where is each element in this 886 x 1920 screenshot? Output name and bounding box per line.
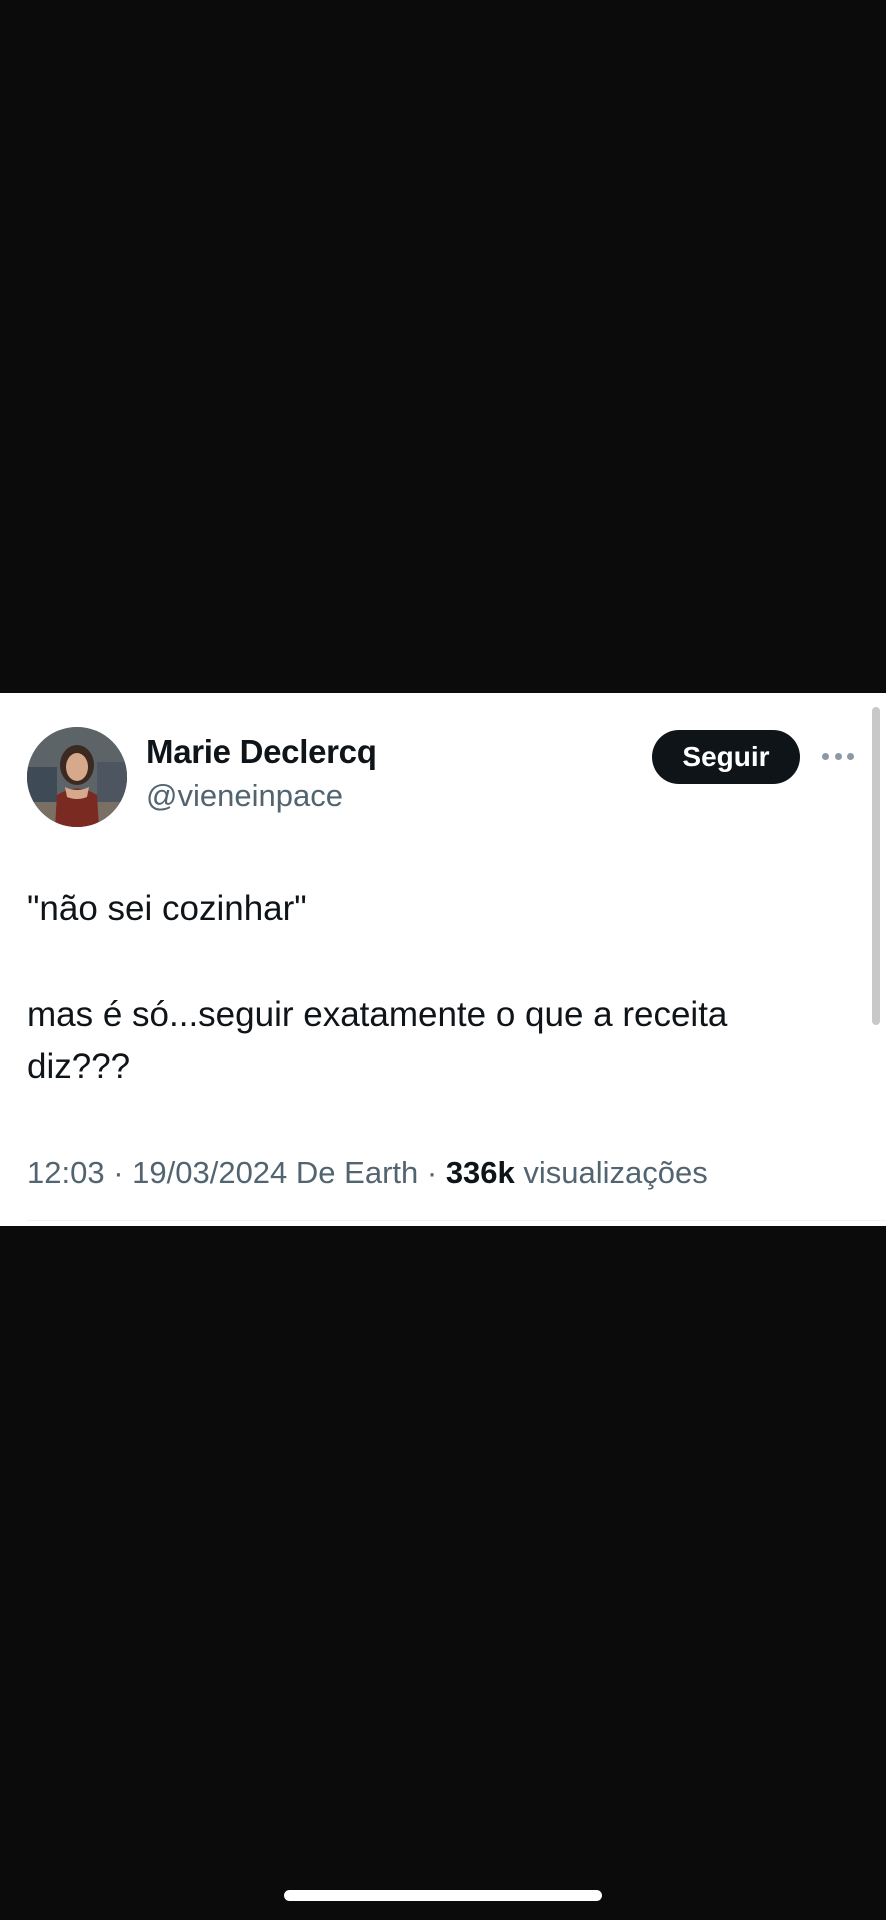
author-display-name[interactable]: Marie Declercq — [146, 733, 377, 771]
more-dot — [822, 752, 829, 760]
home-indicator[interactable] — [284, 1890, 602, 1901]
more-dot — [847, 752, 854, 760]
meta-separator: · — [418, 1155, 446, 1190]
views-count[interactable]: 336k — [446, 1155, 515, 1190]
views-label: visualizações — [514, 1155, 708, 1190]
more-dot — [834, 752, 842, 760]
meta-separator: · — [104, 1155, 133, 1190]
author-handle[interactable]: @vieneinpace — [146, 778, 343, 814]
profile-photo-icon — [27, 727, 127, 827]
screenshot-screen: Marie Declercq @vieneinpace Seguir "não … — [0, 0, 886, 1920]
tweet-source: De Earth — [287, 1155, 419, 1190]
tweet-text-line: "não sei cozinhar" — [27, 889, 307, 928]
scrollbar[interactable] — [872, 707, 880, 1025]
tweet-text-line: mas é só...seguir exatamente o que a rec… — [27, 995, 728, 1086]
tweet-date[interactable]: 19/03/2024 — [132, 1155, 287, 1190]
tweet-text: "não sei cozinhar" mas é só...seguir exa… — [27, 883, 827, 1093]
more-horizontal-icon[interactable] — [822, 744, 854, 768]
tweet-card: Marie Declercq @vieneinpace Seguir "não … — [0, 693, 886, 1226]
avatar[interactable] — [27, 727, 127, 827]
follow-button[interactable]: Seguir — [652, 730, 800, 784]
divider — [27, 1220, 886, 1221]
tweet-time[interactable]: 12:03 — [27, 1155, 105, 1190]
tweet-meta: 12:03 · 19/03/2024 De Earth · 336k visua… — [27, 1155, 708, 1191]
